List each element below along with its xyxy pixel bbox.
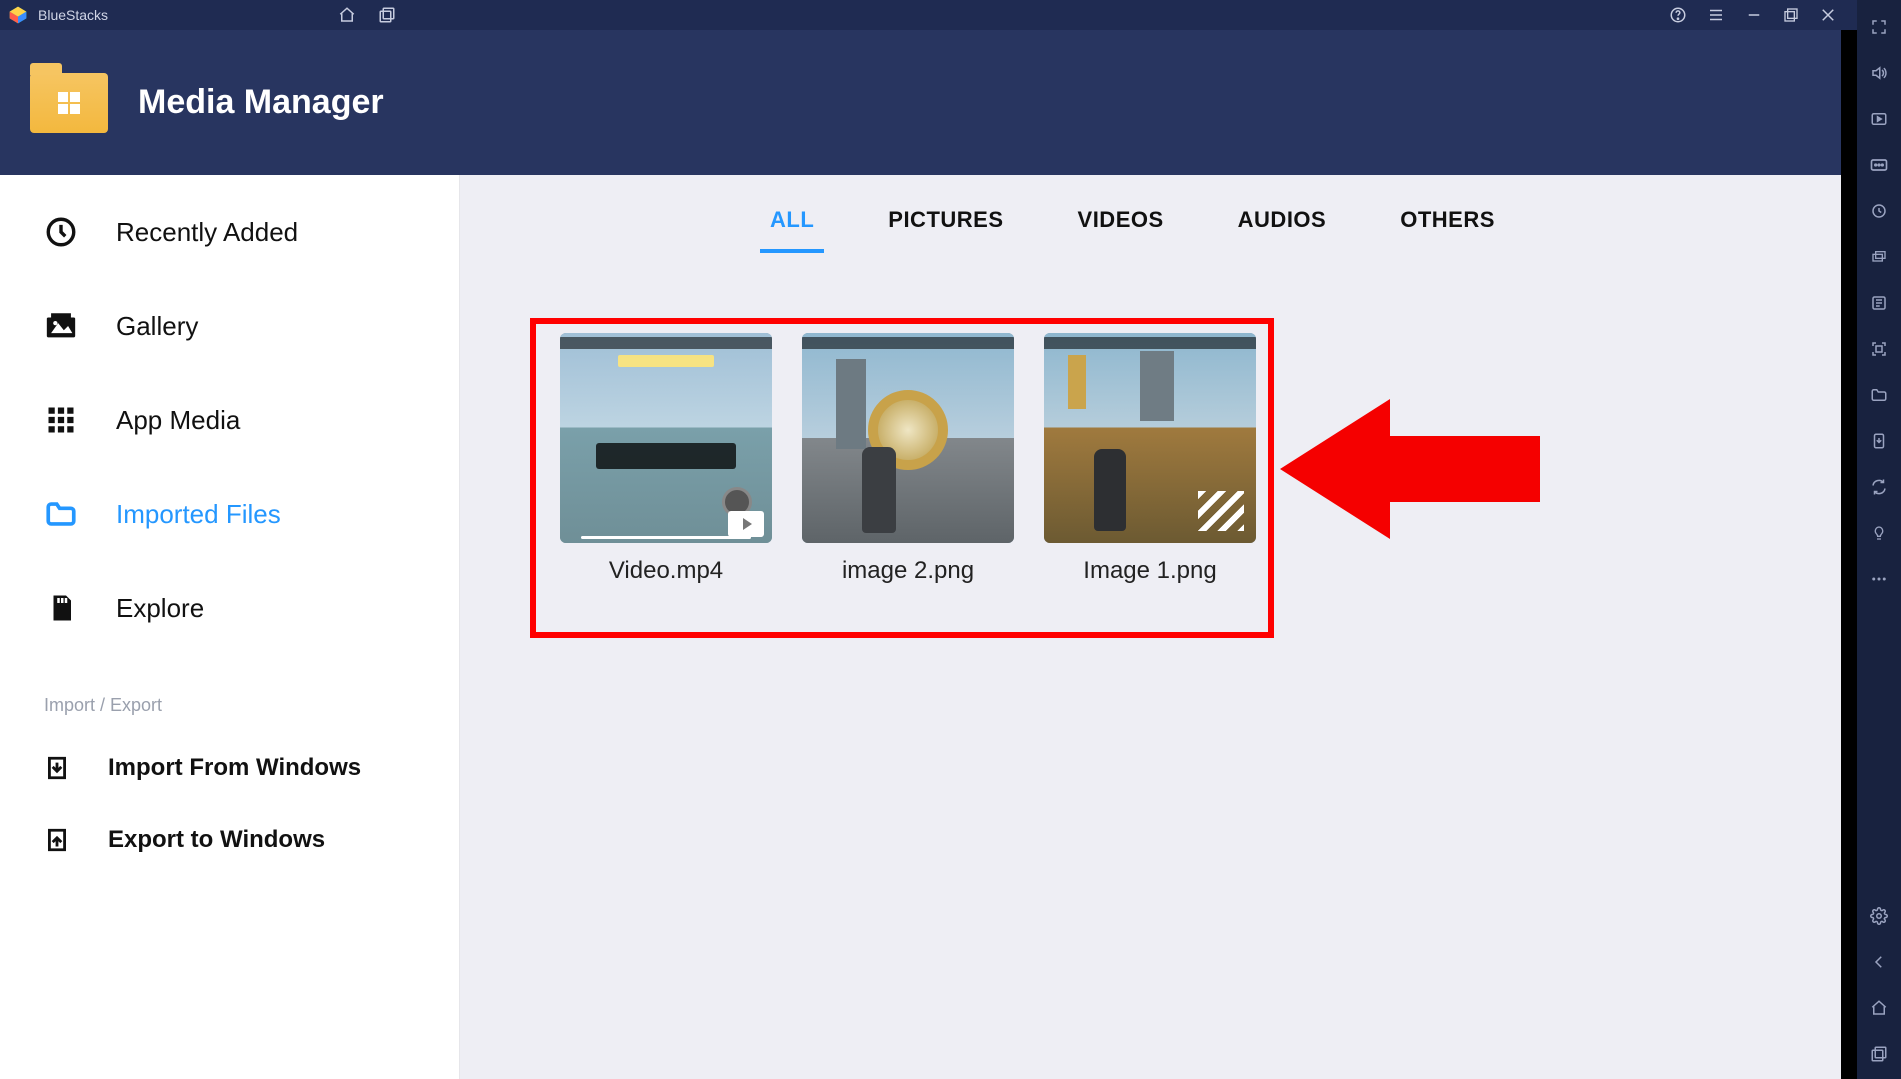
filter-tabs: ALL PICTURES VIDEOS AUDIOS OTHERS	[500, 199, 1861, 253]
game-controls-icon[interactable]	[1868, 154, 1890, 176]
keymap-icon[interactable]	[1868, 108, 1890, 130]
app-name: BlueStacks	[38, 7, 108, 23]
tab-all[interactable]: ALL	[760, 199, 824, 253]
sidebar-item-label: App Media	[116, 405, 240, 436]
sidebar-item-imported-files[interactable]: Imported Files	[0, 467, 459, 561]
media-folder-icon[interactable]	[1868, 384, 1890, 406]
file-grid: Video.mp4 image 2.png Image 1.png	[560, 333, 1861, 585]
content-area: ALL PICTURES VIDEOS AUDIOS OTHERS Video.…	[460, 175, 1901, 1079]
file-item[interactable]: Video.mp4	[560, 333, 772, 585]
home-icon[interactable]	[338, 6, 356, 24]
multi-instance-icon[interactable]	[1868, 246, 1890, 268]
page-title: Media Manager	[138, 83, 384, 122]
titlebar: BlueStacks	[0, 0, 1901, 30]
import-icon	[44, 755, 70, 781]
apps-grid-icon	[44, 403, 78, 437]
sidebar-item-label: Imported Files	[116, 499, 281, 530]
sync-icon[interactable]	[1868, 200, 1890, 222]
sidebar-item-label: Explore	[116, 593, 204, 624]
export-icon	[44, 827, 70, 853]
bluestacks-side-toolbar	[1857, 0, 1901, 1079]
file-name: Image 1.png	[1083, 557, 1216, 585]
sidebar-action-label: Export to Windows	[108, 826, 325, 854]
minimize-icon[interactable]	[1745, 6, 1763, 24]
sidebar-item-gallery[interactable]: Gallery	[0, 279, 459, 373]
file-thumbnail	[802, 333, 1014, 543]
bluestacks-logo-icon	[8, 5, 28, 25]
folder-icon	[44, 497, 78, 531]
install-apk-icon[interactable]	[1868, 430, 1890, 452]
file-thumbnail	[1044, 333, 1256, 543]
sidebar-section-label: Import / Export	[0, 655, 459, 732]
sidebar-item-explore[interactable]: Explore	[0, 561, 459, 655]
sidebar-action-export[interactable]: Export to Windows	[0, 804, 459, 876]
sidebar-action-import[interactable]: Import From Windows	[0, 732, 459, 804]
sidebar-item-label: Recently Added	[116, 217, 298, 248]
multi-window-icon[interactable]	[378, 6, 396, 24]
sidebar-item-recently-added[interactable]: Recently Added	[0, 185, 459, 279]
file-thumbnail	[560, 333, 772, 543]
screenshot-icon[interactable]	[1868, 338, 1890, 360]
workspace: Recently Added Gallery App Media Importe…	[0, 175, 1901, 1079]
tab-audios[interactable]: AUDIOS	[1228, 199, 1337, 253]
sidebar-item-label: Gallery	[116, 311, 198, 342]
tab-others[interactable]: OTHERS	[1390, 199, 1505, 253]
file-item[interactable]: image 2.png	[802, 333, 1014, 585]
back-icon[interactable]	[1868, 951, 1890, 973]
android-home-icon[interactable]	[1868, 997, 1890, 1019]
media-manager-folder-icon	[30, 73, 108, 133]
tip-icon[interactable]	[1868, 522, 1890, 544]
tab-videos[interactable]: VIDEOS	[1068, 199, 1174, 253]
sidebar: Recently Added Gallery App Media Importe…	[0, 175, 460, 1079]
sidebar-action-label: Import From Windows	[108, 754, 361, 782]
volume-icon[interactable]	[1868, 62, 1890, 84]
app-header: Media Manager	[0, 30, 1901, 175]
fullscreen-icon[interactable]	[1868, 16, 1890, 38]
hamburger-menu-icon[interactable]	[1707, 6, 1725, 24]
maximize-icon[interactable]	[1783, 7, 1799, 23]
gallery-icon	[44, 309, 78, 343]
sd-card-icon	[44, 591, 78, 625]
sidebar-item-app-media[interactable]: App Media	[0, 373, 459, 467]
settings-icon[interactable]	[1868, 905, 1890, 927]
file-item[interactable]: Image 1.png	[1044, 333, 1256, 585]
tab-pictures[interactable]: PICTURES	[878, 199, 1013, 253]
help-icon[interactable]	[1669, 6, 1687, 24]
clock-icon	[44, 215, 78, 249]
close-icon[interactable]	[1819, 6, 1837, 24]
emulator-frame-border	[1841, 30, 1857, 1079]
macro-icon[interactable]	[1868, 292, 1890, 314]
recents-icon[interactable]	[1868, 1043, 1890, 1065]
rotate-icon[interactable]	[1868, 476, 1890, 498]
file-name: image 2.png	[842, 557, 974, 585]
file-name: Video.mp4	[609, 557, 723, 585]
more-icon[interactable]	[1868, 568, 1890, 590]
